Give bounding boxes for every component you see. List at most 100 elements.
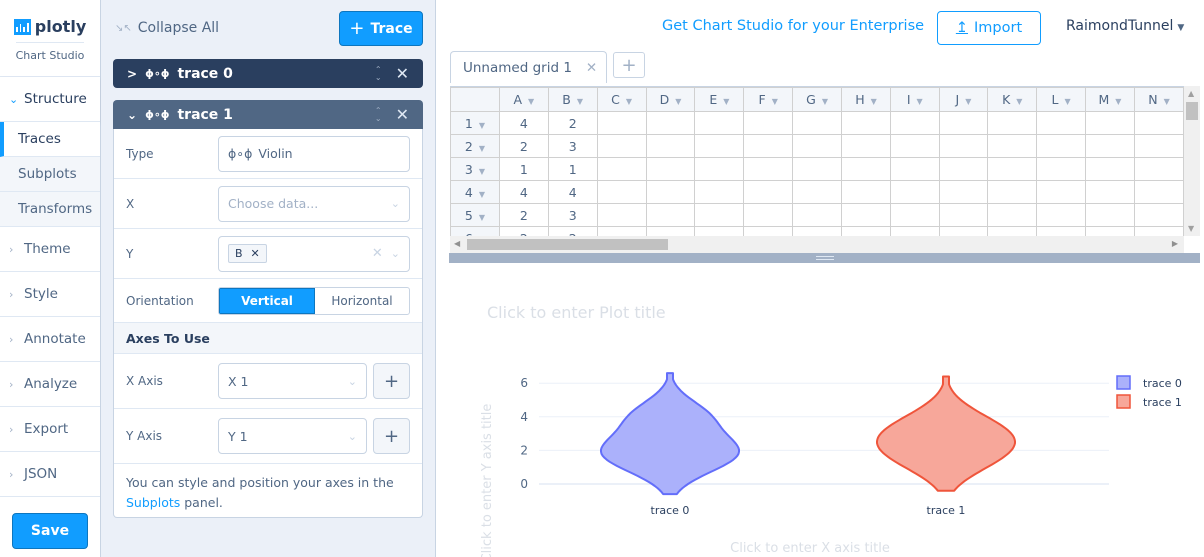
row-header[interactable]: 6▼ [450,226,500,236]
clear-icon[interactable]: ✕ [372,246,383,261]
column-header[interactable]: L ▼ [1036,87,1086,112]
grid-cell[interactable] [792,157,843,181]
nav-item-transforms[interactable]: Transforms [0,192,100,227]
grid-cell[interactable] [987,226,1038,236]
grid-cell[interactable] [694,111,745,135]
column-header[interactable]: C ▼ [596,87,647,112]
grid-cell[interactable] [792,226,843,236]
grid-cell[interactable] [1084,226,1135,236]
column-header[interactable]: H ▼ [841,87,891,112]
column-menu-icon[interactable]: ▼ [965,97,971,106]
column-menu-icon[interactable]: ▼ [626,97,632,106]
column-menu-icon[interactable]: ▼ [1164,97,1170,106]
reorder-icon[interactable]: ⌃ ⌄ [375,106,382,123]
scroll-thumb[interactable] [1186,102,1198,120]
column-menu-icon[interactable]: ▼ [577,97,583,106]
import-button[interactable]: ↥ Import [937,11,1041,45]
grid-cell[interactable] [889,111,940,135]
grid-tab[interactable]: Unnamed grid 1 ✕ [450,51,607,83]
grid-cell[interactable]: 3 [547,134,598,158]
scroll-right-icon[interactable]: ▶ [1172,239,1178,248]
row-header[interactable]: 3 ▼ [450,157,500,181]
grid-cell[interactable] [645,203,696,227]
legend-item[interactable]: trace 0 [1116,375,1182,390]
x-data-select[interactable]: Choose data... ⌄ [218,185,410,222]
grid-cell[interactable] [1133,226,1184,236]
grid-cell[interactable] [743,203,794,227]
grid-cell[interactable]: 4 [498,111,549,135]
grid-cell[interactable] [1084,134,1135,158]
nav-group-json[interactable]: › JSON [0,452,100,497]
violin-1[interactable] [876,375,1016,492]
remove-chip-icon[interactable]: ✕ [251,247,260,260]
grid-cell[interactable] [1036,134,1086,158]
grid-cell[interactable] [938,111,989,135]
delete-trace-icon[interactable]: ✕ [396,64,409,83]
grid-cell[interactable] [743,180,794,204]
grid-cell[interactable] [596,111,647,135]
nav-item-subplots[interactable]: Subplots [0,157,100,192]
grid-cell[interactable] [743,157,794,181]
grid-cell[interactable]: 2 [547,226,598,236]
column-header[interactable]: B ▼ [547,87,598,112]
row-menu-icon[interactable]: ▼ [479,144,485,153]
row-menu-icon[interactable]: ▼ [479,190,485,199]
grid-cell[interactable] [792,111,843,135]
grid-cell[interactable] [1084,111,1135,135]
grid-cell[interactable] [938,180,989,204]
row-header[interactable]: 1 ▼ [450,111,500,135]
nav-group-style[interactable]: › Style [0,272,100,317]
grid-cell[interactable] [841,226,891,236]
grid-cell[interactable] [938,134,989,158]
grid-cell[interactable] [1133,134,1184,158]
grid-cell[interactable] [938,203,989,227]
row-header[interactable]: 4 ▼ [450,180,500,204]
grid-cell[interactable] [694,134,745,158]
column-menu-icon[interactable]: ▼ [822,97,828,106]
scroll-left-icon[interactable]: ◀ [454,239,460,248]
add-grid-button[interactable]: + [613,52,645,78]
y-data-select[interactable]: B ✕ ✕ ⌄ [218,235,410,272]
close-tab-icon[interactable]: ✕ [586,60,597,76]
column-menu-icon[interactable]: ▼ [528,97,534,106]
x-axis-select[interactable]: X 1 ⌄ [218,363,367,399]
enterprise-link[interactable]: Get Chart Studio for your Enterprise [662,18,924,34]
grid-cell[interactable] [596,134,647,158]
plot-title[interactable]: Click to enter Plot title [487,303,666,322]
grid-cell[interactable] [792,180,843,204]
grid-cell[interactable] [645,180,696,204]
grid-cell[interactable] [792,203,843,227]
scroll-up-icon[interactable]: ▲ [1188,89,1194,98]
grid-cell[interactable]: 4 [547,180,598,204]
nav-group-structure[interactable]: ⌄ Structure [0,77,100,122]
grid-cell[interactable]: 4 [498,180,549,204]
column-header[interactable]: A ▼ [498,87,549,112]
grid-cell[interactable]: 2 [498,203,549,227]
reorder-icon[interactable]: ⌃ ⌄ [375,65,382,82]
grid-cell[interactable] [889,134,940,158]
grid-cell[interactable] [694,180,745,204]
trace-type-select[interactable]: ϕ∘ϕ Violin [218,135,410,172]
add-trace-button[interactable]: + Trace [339,11,423,46]
grid-cell[interactable] [645,226,696,236]
grid-cell[interactable] [645,157,696,181]
add-x-axis-button[interactable]: + [373,363,410,399]
grid-cell[interactable] [596,180,647,204]
violin-0[interactable] [600,372,740,496]
grid-cell[interactable] [743,111,794,135]
grid-cell[interactable] [596,203,647,227]
row-menu-icon[interactable]: ▼ [479,213,485,222]
grid-cell[interactable] [1084,203,1135,227]
column-menu-icon[interactable]: ▼ [675,97,681,106]
x-axis-title[interactable]: Click to enter X axis title [730,541,890,556]
grid-cell[interactable] [694,157,745,181]
grid-cell[interactable]: 3 [547,203,598,227]
collapse-all-button[interactable]: ↘↖ Collapse All [115,20,219,36]
nav-group-analyze[interactable]: › Analyze [0,362,100,407]
grid-cell[interactable] [841,111,891,135]
grid-cell[interactable] [987,203,1038,227]
orientation-vertical[interactable]: Vertical [219,287,315,314]
grid-cell[interactable] [841,180,891,204]
grid-cell[interactable]: 2 [498,226,549,236]
grid-cell[interactable] [1036,226,1086,236]
